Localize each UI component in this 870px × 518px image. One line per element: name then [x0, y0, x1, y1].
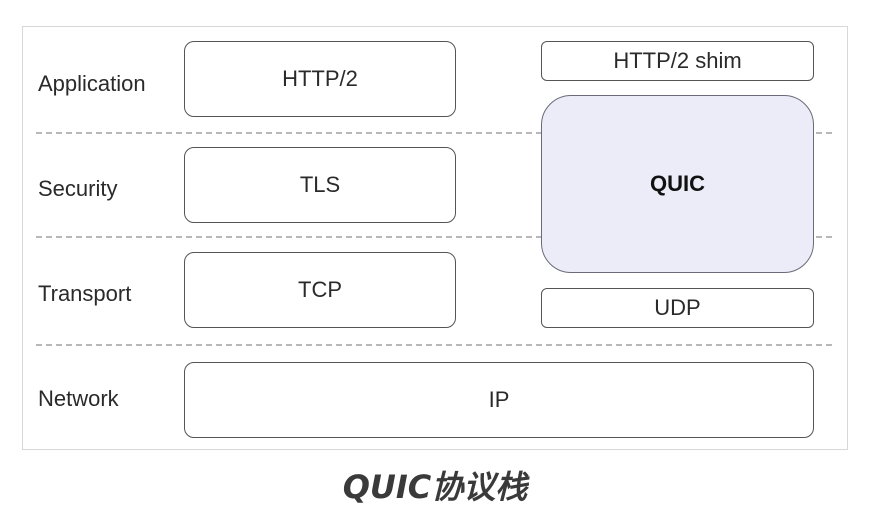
- quic-label: QUIC: [650, 171, 705, 196]
- diagram-caption: QUIC协议栈: [342, 468, 528, 506]
- udp-box: UDP: [541, 288, 814, 328]
- http2-shim-box: HTTP/2 shim: [541, 41, 814, 81]
- layer-label-transport: Transport: [38, 281, 132, 306]
- tls-label: TLS: [299, 172, 341, 197]
- layer-label-application: Application: [38, 71, 146, 96]
- ip-label: IP: [488, 387, 510, 412]
- tcp-label: TCP: [298, 277, 342, 302]
- http2-box: HTTP/2: [184, 41, 456, 117]
- http2-label: HTTP/2: [282, 66, 358, 91]
- layer-label-network: Network: [38, 386, 119, 411]
- tcp-box: TCP: [184, 252, 456, 328]
- udp-label: UDP: [654, 295, 701, 320]
- quic-box: QUIC: [541, 95, 814, 273]
- divider-transport-network: [36, 344, 832, 346]
- layer-label-security: Security: [38, 176, 118, 201]
- ip-box: IP: [184, 362, 814, 438]
- http2-shim-label: HTTP/2 shim: [613, 48, 742, 73]
- tls-box: TLS: [184, 147, 456, 223]
